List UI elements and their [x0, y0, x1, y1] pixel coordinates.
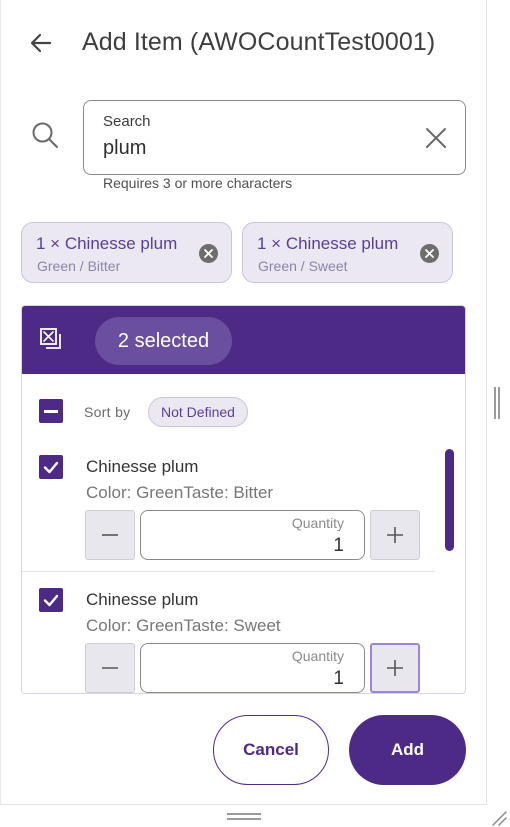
selection-toolbar: 2 selected	[22, 306, 465, 374]
arrow-left-icon	[30, 33, 52, 53]
check-icon	[43, 594, 59, 607]
decrement-button[interactable]	[85, 510, 135, 560]
quantity-value[interactable]: 1	[333, 668, 344, 690]
sort-label: Sort by	[84, 404, 131, 420]
back-button[interactable]	[26, 28, 56, 58]
decrement-button[interactable]	[85, 643, 135, 693]
minus-icon	[102, 534, 118, 536]
chip-remove-button[interactable]	[199, 244, 218, 263]
quantity-value[interactable]: 1	[333, 535, 344, 557]
item-attributes: Color: GreenTaste: Bitter	[86, 483, 274, 502]
list-item: Chinesse plum Color: GreenTaste: Bitter …	[22, 446, 436, 571]
plus-icon	[387, 527, 403, 543]
increment-button[interactable]	[370, 643, 420, 693]
quantity-field[interactable]: Quantity 1	[140, 510, 365, 560]
chip-title: 1 × Chinesse plum	[257, 234, 399, 253]
clear-search-button[interactable]	[423, 125, 449, 151]
sort-chip[interactable]: Not Defined	[148, 397, 248, 427]
item-checkbox[interactable]	[39, 455, 63, 479]
select-all-checkbox[interactable]	[39, 399, 63, 423]
item-name: Chinesse plum	[86, 590, 199, 609]
close-icon	[426, 128, 446, 148]
add-item-panel: Add Item (AWOCountTest0001) Search Requi…	[0, 0, 487, 805]
sort-row: Sort by Not Defined	[22, 374, 465, 446]
search-field[interactable]: Search	[83, 100, 466, 175]
item-checkbox[interactable]	[39, 588, 63, 612]
page-title: Add Item (AWOCountTest0001)	[82, 28, 436, 56]
item-name: Chinesse plum	[86, 457, 199, 476]
close-circle-icon	[425, 249, 434, 258]
quantity-field[interactable]: Quantity 1	[140, 643, 365, 693]
search-hint: Requires 3 or more characters	[103, 175, 293, 191]
resize-grip-icon[interactable]	[489, 808, 507, 826]
search-icon	[32, 122, 58, 148]
indeterminate-icon	[44, 409, 58, 413]
item-attributes: Color: GreenTaste: Sweet	[86, 616, 281, 635]
side-resize-handle[interactable]	[494, 387, 500, 419]
chip-title: 1 × Chinesse plum	[36, 234, 178, 253]
selected-chip[interactable]: 1 × Chinesse plum Green / Bitter	[21, 222, 232, 283]
deselect-all-button[interactable]	[38, 326, 64, 352]
increment-button[interactable]	[370, 510, 420, 560]
chip-remove-button[interactable]	[420, 244, 439, 263]
deselect-all-icon	[40, 328, 61, 349]
quantity-label: Quantity	[291, 515, 344, 531]
search-input[interactable]	[103, 137, 403, 160]
minus-icon	[102, 667, 118, 669]
check-icon	[43, 461, 59, 474]
plus-icon	[387, 660, 403, 676]
list-scrollbar[interactable]	[445, 449, 454, 551]
chip-subtitle: Green / Bitter	[37, 258, 121, 274]
selected-chip[interactable]: 1 × Chinesse plum Green / Sweet	[242, 222, 453, 283]
chip-subtitle: Green / Sweet	[258, 258, 348, 274]
selected-count-badge: 2 selected	[95, 317, 232, 365]
bottom-resize-handle[interactable]	[227, 813, 261, 821]
quantity-label: Quantity	[291, 648, 344, 664]
item-selection-list: 2 selected Sort by Not Defined Chinesse …	[21, 305, 466, 694]
cancel-button[interactable]: Cancel	[213, 715, 329, 785]
close-circle-icon	[204, 249, 213, 258]
panel-edge	[0, 0, 1, 805]
list-item: Chinesse plum Color: GreenTaste: Sweet Q…	[22, 579, 436, 693]
search-label: Search	[103, 113, 151, 130]
add-button[interactable]: Add	[349, 715, 466, 785]
item-divider	[22, 571, 435, 572]
